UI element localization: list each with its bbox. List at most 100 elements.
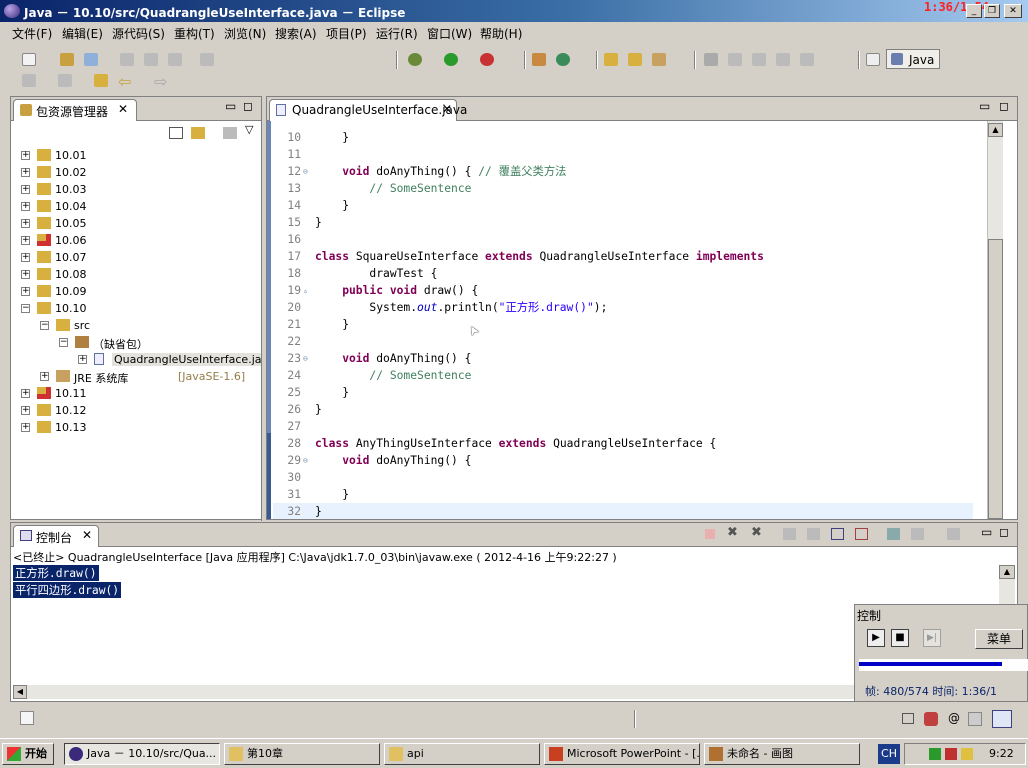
code-line[interactable]: 24 // SomeSentence	[273, 367, 973, 384]
code-line[interactable]: 27	[273, 418, 973, 435]
last-edit-location-icon[interactable]	[94, 74, 108, 87]
next-annotation-icon[interactable]	[22, 74, 36, 87]
external-tools-icon[interactable]	[480, 53, 494, 66]
menu-project[interactable]: 项目(P)	[326, 25, 367, 42]
code-area[interactable]: 10 } 11 12 ⊖ void doAnyThing() { // 覆盖父类方法 1…	[273, 123, 985, 519]
tree-item[interactable]: − 10.10	[11, 300, 261, 317]
expand-icon[interactable]: +	[21, 151, 30, 160]
code-line[interactable]: 19 ▵ public void draw() {	[273, 282, 973, 299]
menu-help[interactable]: 帮助(H)	[480, 25, 522, 42]
expand-icon[interactable]: +	[21, 219, 30, 228]
expand-icon[interactable]: +	[21, 389, 30, 398]
expand-icon[interactable]: +	[21, 270, 30, 279]
tree-item[interactable]: +10.12	[11, 402, 261, 419]
collapse-icon[interactable]: −	[59, 338, 68, 347]
tree-item[interactable]: +10.08	[11, 266, 261, 283]
link-with-editor-icon[interactable]	[191, 127, 205, 139]
close-icon[interactable]: ✕	[82, 528, 92, 542]
remove-all-icon[interactable]: ✖	[751, 525, 762, 540]
code-line[interactable]: 18 drawTest {	[273, 265, 973, 282]
task-folder-chapter10[interactable]: 第10章	[224, 743, 380, 765]
code-line[interactable]: 31 }	[273, 486, 973, 503]
tray-console-icon[interactable]	[992, 710, 1012, 728]
new-class-wizard-icon[interactable]	[556, 53, 570, 66]
maximize-button[interactable]: ❐	[984, 4, 1000, 18]
tree-item[interactable]: +10.04	[11, 198, 261, 215]
input-language[interactable]: CH	[878, 744, 900, 764]
tree-item[interactable]: + JRE 系统库 [JavaSE-1.6]	[11, 368, 261, 385]
tree-item[interactable]: +10.11	[11, 385, 261, 402]
collapse-icon[interactable]: −	[40, 321, 49, 330]
print-icon[interactable]	[168, 53, 182, 66]
remove-launch-icon[interactable]: ✖	[727, 525, 738, 540]
tray-security-icon[interactable]	[945, 748, 957, 760]
tray-network-icon[interactable]	[929, 748, 941, 760]
scroll-up-icon[interactable]: ▲	[999, 565, 1015, 579]
maximize-view-icon[interactable]: ◻	[999, 525, 1009, 539]
tree-item[interactable]: +10.02	[11, 164, 261, 181]
menu-refactor[interactable]: 重构(T)	[174, 25, 215, 42]
show-stderr-icon[interactable]	[855, 528, 868, 540]
code-line[interactable]: 15}	[273, 214, 973, 231]
terminate-icon[interactable]	[705, 529, 715, 539]
code-line[interactable]: 16	[273, 231, 973, 248]
code-line[interactable]: 30	[273, 469, 973, 486]
tray-at-icon[interactable]: @	[948, 711, 960, 725]
task-paint[interactable]: 未命名 - 画图	[704, 743, 860, 765]
tree-item[interactable]: +10.03	[11, 181, 261, 198]
expand-icon[interactable]: +	[21, 168, 30, 177]
close-button[interactable]: ✕	[1004, 4, 1022, 18]
back-icon[interactable]: ⇦	[118, 72, 131, 91]
code-line[interactable]: 11	[273, 146, 973, 163]
expand-icon[interactable]: +	[21, 287, 30, 296]
clear-console-icon[interactable]	[783, 528, 796, 540]
tree-item[interactable]: +10.05	[11, 215, 261, 232]
tree-item[interactable]: +10.09	[11, 283, 261, 300]
scroll-thumb[interactable]	[988, 239, 1003, 519]
menu-window[interactable]: 窗口(W)	[427, 25, 472, 42]
toggle-highlight-icon[interactable]	[728, 53, 742, 66]
tray-window-icon[interactable]	[902, 713, 914, 724]
toggle-mark-icon[interactable]	[704, 53, 718, 66]
menu-file[interactable]: 文件(F)	[12, 25, 52, 42]
package-explorer-tab[interactable]: 包资源管理器 ✕	[13, 99, 137, 121]
show-whitespace-icon[interactable]	[776, 53, 790, 66]
open-folder-icon[interactable]	[604, 53, 618, 66]
tree-item[interactable]: + QuadrangleUseInterface.java	[11, 351, 261, 368]
code-line[interactable]: 10 }	[273, 129, 973, 146]
player-menu-button[interactable]: 菜单	[975, 629, 1023, 649]
task-eclipse[interactable]: Java － 10.10/src/Qua...	[64, 743, 220, 765]
code-line[interactable]: 20 System.out.println("正方形.draw()");	[273, 299, 973, 316]
show-stdout-icon[interactable]	[831, 528, 844, 540]
open-type-icon[interactable]	[200, 53, 214, 66]
fold-icon[interactable]: ⊖	[303, 452, 308, 469]
tree-item[interactable]: +10.07	[11, 249, 261, 266]
forward-icon[interactable]: ⇨	[154, 72, 167, 91]
code-line[interactable]: 28 class AnyThingUseInterface extends Qua…	[273, 435, 973, 452]
new-icon[interactable]	[22, 53, 36, 66]
maximize-view-icon[interactable]: ◻	[999, 99, 1009, 113]
code-line[interactable]: 23 ⊖ void doAnyThing() {	[273, 350, 973, 367]
expand-icon[interactable]: +	[21, 202, 30, 211]
code-line[interactable]: 26}	[273, 401, 973, 418]
close-icon[interactable]: ✕	[118, 102, 128, 116]
tray-doc-icon[interactable]	[968, 712, 982, 726]
search-icon[interactable]	[652, 53, 666, 66]
debug-icon[interactable]	[408, 53, 422, 66]
skip-button[interactable]: ▶|	[923, 629, 941, 647]
menu-navigate[interactable]: 浏览(N)	[224, 25, 266, 42]
collapse-all-icon[interactable]	[169, 127, 183, 139]
code-line[interactable]: 22	[273, 333, 973, 350]
save-all-icon[interactable]	[144, 53, 158, 66]
expand-icon[interactable]: +	[40, 372, 49, 381]
open-console-icon[interactable]	[947, 528, 960, 540]
expand-icon[interactable]: +	[21, 185, 30, 194]
tray-error-icon[interactable]	[924, 712, 938, 726]
display-console-icon[interactable]	[911, 528, 924, 540]
fast-view-icon[interactable]	[20, 711, 34, 725]
fold-icon[interactable]: ⊖	[303, 163, 308, 180]
block-selection-icon[interactable]	[752, 53, 766, 66]
tree-item[interactable]: − （缺省包）	[11, 334, 261, 351]
tree-item[interactable]: +10.06	[11, 232, 261, 249]
code-line[interactable]: 12 ⊖ void doAnyThing() { // 覆盖父类方法	[273, 163, 973, 180]
